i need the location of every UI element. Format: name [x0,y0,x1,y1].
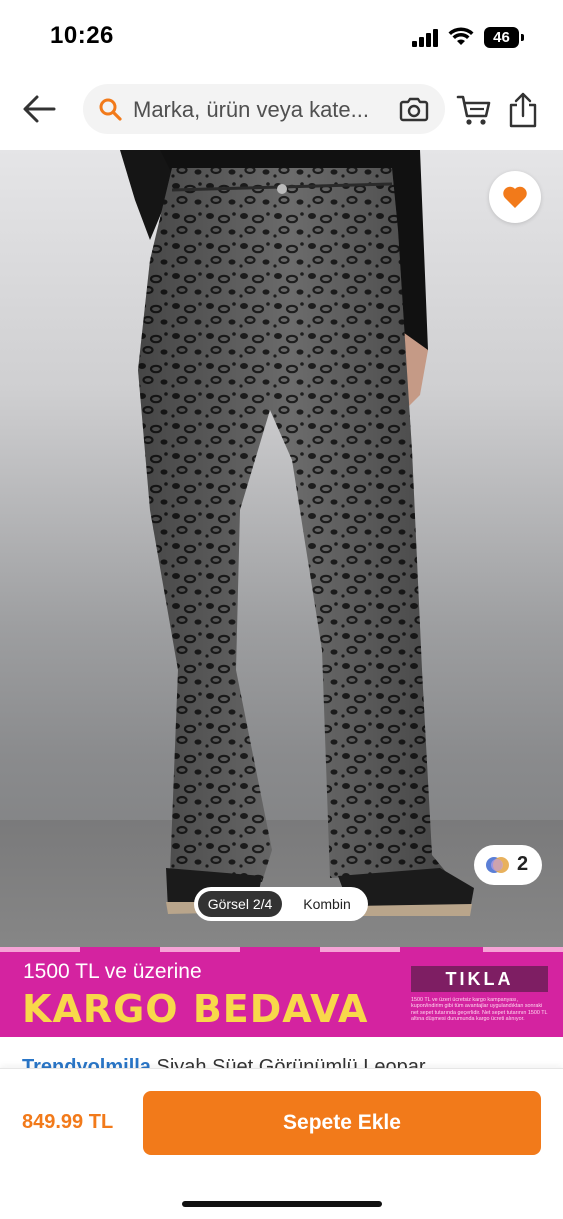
battery-icon: 46 [484,27,524,48]
color-variants-button[interactable]: 2 [474,845,542,885]
cellular-signal-icon [412,29,438,47]
status-time: 10:26 [50,22,114,49]
search-input[interactable]: Marka, ürün veya kate... [83,84,445,134]
add-to-cart-button[interactable]: Sepete Ekle [143,1091,541,1155]
home-indicator[interactable] [182,1201,382,1207]
heart-icon [503,186,527,208]
banner-stripes [0,947,563,952]
banner-subtitle: 1500 TL ve üzerine [23,960,202,983]
search-placeholder: Marka, ürün veya kate... [133,97,369,122]
tab-gallery[interactable]: Görsel 2/4 [198,891,282,917]
color-variant-count: 2 [517,853,529,875]
search-icon [99,98,122,121]
free-shipping-banner[interactable]: 1500 TL ve üzerine KARGO BEDAVA TIKLA 15… [0,947,563,1037]
image-view-toggle: Görsel 2/4 Kombin [194,887,368,921]
banner-cta-button[interactable]: TIKLA [411,966,548,992]
product-name: Siyah Süet Görünümlü Leopar [156,1056,426,1068]
product-image-carousel[interactable]: 2 Görsel 2/4 Kombin [0,150,563,947]
tab-combination[interactable]: Kombin [292,891,362,917]
wifi-icon [448,27,474,45]
camera-icon[interactable] [399,96,429,122]
favorite-button[interactable] [489,171,541,223]
product-price: 849.99 TL [22,1111,114,1133]
product-brand-link[interactable]: Trendyolmilla [22,1056,151,1068]
purchase-bar: 849.99 TL Sepete Ekle [0,1068,563,1219]
top-navigation: Marka, ürün veya kate... [0,74,563,150]
banner-fine-print: 1500 TL ve üzeri ücretsiz kargo kampanya… [411,997,548,1023]
product-title: Trendyolmilla Siyah Süet Görünümlü Leopa… [22,1054,542,1068]
color-swatches-icon [486,857,509,873]
status-bar: 10:26 46 [0,0,563,74]
product-photo [120,150,474,916]
arrow-left-icon[interactable] [20,92,60,126]
share-icon[interactable] [506,92,540,128]
cart-icon[interactable] [456,94,492,126]
banner-headline: KARGO BEDAVA [22,987,369,1031]
